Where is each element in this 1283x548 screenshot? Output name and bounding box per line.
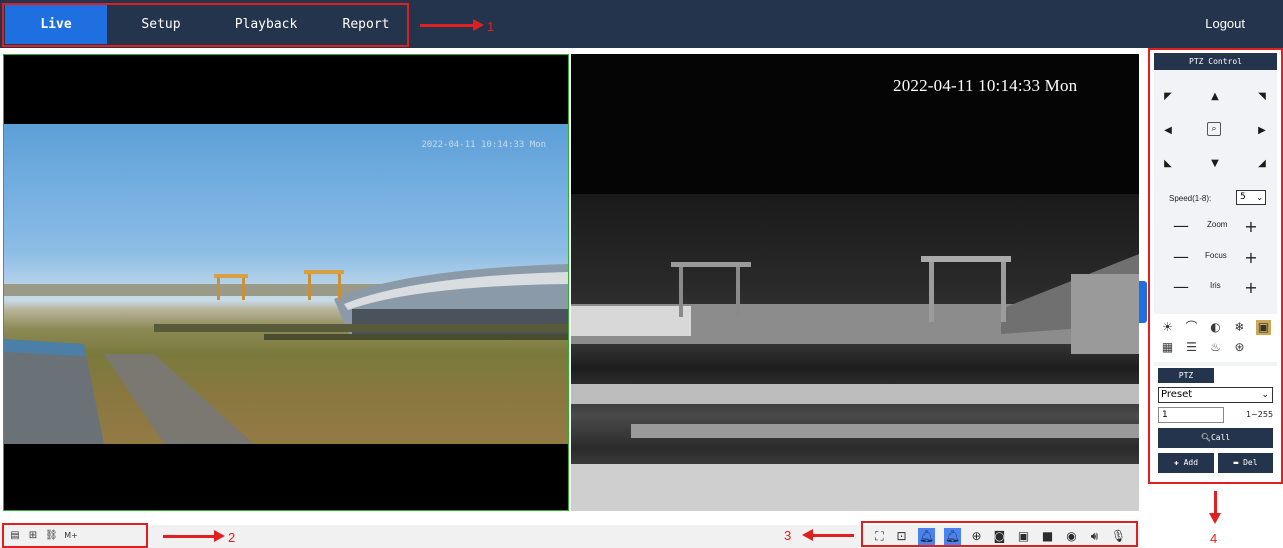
thermal-scene-graphic xyxy=(571,254,1139,511)
ptz-function-toolbar: ☀ ⌒ ◐ ❄ ▣ ▦ ☰ ♨ ⊛ xyxy=(1154,314,1277,362)
minus-icon: ▬ xyxy=(1233,458,1244,467)
annotation-number-1: 1 xyxy=(487,19,495,34)
zoom-in-button[interactable]: + xyxy=(1244,219,1258,235)
full-screen-icon[interactable]: ⊡ xyxy=(893,528,910,545)
chevron-down-icon: ⌄ xyxy=(1256,193,1263,202)
add-preset-button[interactable]: ✚ Add xyxy=(1158,453,1214,473)
fit-screen-icon[interactable]: ⛶ xyxy=(871,528,888,545)
search-icon: 🔍︎ xyxy=(1200,433,1211,442)
ptz-up-button[interactable]: ▲ xyxy=(1207,89,1223,105)
ptz-control-title: PTZ Control xyxy=(1154,53,1277,70)
snapshot-icon[interactable]: ◙ xyxy=(991,528,1008,545)
tab-live[interactable]: Live xyxy=(5,5,107,44)
annotation-arrow-2 xyxy=(163,530,225,542)
annotation-number-2: 2 xyxy=(228,530,236,545)
audio-icon[interactable]: 🔊︎ xyxy=(1086,528,1103,545)
alarm-out-icon[interactable]: 🔔︎ xyxy=(944,528,961,545)
ptz-position-icon[interactable]: ◉ xyxy=(1063,528,1080,545)
link-icon[interactable]: ⛓ xyxy=(45,530,58,542)
preset-type-value: Preset xyxy=(1161,389,1193,400)
light-icon[interactable]: ☀ xyxy=(1160,320,1175,335)
ptz-down-right-button[interactable]: ◢ xyxy=(1254,156,1270,172)
ptz-down-button[interactable]: ▼ xyxy=(1207,156,1223,172)
bitrate-icon[interactable]: ⊞ xyxy=(27,530,39,542)
speed-label: Speed(1-8): xyxy=(1169,194,1212,203)
preset-number-input[interactable]: 1 xyxy=(1158,407,1224,423)
alarm-in-icon[interactable]: 🔔︎ xyxy=(918,528,935,545)
ptz-left-button[interactable]: ◀ xyxy=(1160,123,1176,139)
ptz-up-right-button[interactable]: ◥ xyxy=(1254,89,1270,105)
live-view-page: Live Setup Playback Report Logout 1 2022… xyxy=(0,0,1283,548)
wiper-icon[interactable]: ⌒ xyxy=(1184,320,1199,335)
ptz-control-panel: PTZ Control ◤ ▲ ◥ ◀ ⌕ ▶ ◣ ▼ ◢ Speed(1-8)… xyxy=(1154,53,1277,479)
talk-icon[interactable]: 🎙︎ xyxy=(1110,528,1127,545)
ptz-right-button[interactable]: ▶ xyxy=(1254,123,1270,139)
chevron-down-icon: ⌄ xyxy=(1261,390,1269,400)
del-label: Del xyxy=(1243,458,1258,467)
annotation-arrow-3 xyxy=(802,529,854,541)
preset-type-select[interactable]: Preset ⌄ xyxy=(1158,387,1273,403)
thermal-camera-image xyxy=(571,194,1139,511)
snow-icon[interactable]: ❄ xyxy=(1232,320,1247,335)
delete-preset-button[interactable]: ▬ Del xyxy=(1218,453,1273,473)
three-d-position-icon[interactable]: ▣ xyxy=(1015,528,1032,545)
mplus-icon[interactable]: M+ xyxy=(63,530,79,542)
focus-near-button[interactable]: — xyxy=(1173,249,1189,265)
thermal-timestamp-osd: 2022-04-11 10:14:33 Mon xyxy=(893,76,1078,95)
ptz-up-left-button[interactable]: ◤ xyxy=(1160,89,1176,105)
focus-label: Focus xyxy=(1205,251,1227,260)
tab-report[interactable]: Report xyxy=(325,5,407,44)
preset-panel: PTZ Preset ⌄ 1 1~255 🔍︎Call ✚ Add ▬ Del xyxy=(1154,366,1277,479)
tab-ptz[interactable]: PTZ xyxy=(1158,368,1214,383)
annotation-arrow-1 xyxy=(420,19,484,31)
annotation-number-3: 3 xyxy=(784,528,792,543)
video-window-visible[interactable]: 2022-04-11 10:14:33 Mon xyxy=(3,54,569,511)
zoom-in-icon[interactable]: ⊕ xyxy=(968,528,985,545)
call-preset-button[interactable]: 🔍︎Call xyxy=(1158,428,1273,448)
scene-graphic xyxy=(4,264,568,444)
ptz-panel-collapse-handle[interactable] xyxy=(1139,281,1147,323)
tab-playback[interactable]: Playback xyxy=(213,5,319,44)
focus-assist-icon[interactable]: ⊛ xyxy=(1232,340,1247,355)
speed-value: 5 xyxy=(1240,192,1246,202)
visible-timestamp-osd: 2022-04-11 10:14:33 Mon xyxy=(421,140,546,150)
visible-camera-image: 2022-04-11 10:14:33 Mon xyxy=(4,124,568,444)
focus-far-button[interactable]: + xyxy=(1244,250,1258,266)
speed-select[interactable]: 5 ⌄ xyxy=(1236,190,1266,205)
logout-link[interactable]: Logout xyxy=(1205,0,1245,48)
tab-setup[interactable]: Setup xyxy=(113,5,209,44)
image-icon[interactable]: ▣ xyxy=(1256,320,1271,335)
preset-range-label: 1~255 xyxy=(1246,410,1274,419)
video-window-thermal[interactable]: 2022-04-11 10:14:33 Mon xyxy=(571,54,1139,511)
record-icon[interactable]: ■ xyxy=(1039,528,1056,545)
plus-icon: ✚ xyxy=(1173,458,1184,467)
annotation-arrow-4 xyxy=(1209,491,1221,524)
iris-close-button[interactable]: — xyxy=(1173,279,1189,295)
add-label: Add xyxy=(1183,458,1199,467)
zoom-out-button[interactable]: — xyxy=(1173,218,1189,234)
ptz-3d-zoom-icon[interactable]: ⌕ xyxy=(1207,122,1221,136)
annotation-number-4: 4 xyxy=(1210,531,1218,546)
stream-switch-icon[interactable]: ▤ xyxy=(9,530,21,542)
ptz-down-left-button[interactable]: ◣ xyxy=(1160,156,1176,172)
auto-scan-icon[interactable]: ◐ xyxy=(1208,320,1223,335)
iris-label: Iris xyxy=(1210,281,1221,290)
heater-icon[interactable]: ♨ xyxy=(1208,340,1223,355)
top-nav-bar: Live Setup Playback Report Logout xyxy=(0,0,1283,48)
zoom-label: Zoom xyxy=(1207,220,1228,229)
call-label: Call xyxy=(1210,433,1231,442)
menu-icon[interactable]: ☰ xyxy=(1184,340,1199,355)
defog-icon[interactable]: ▦ xyxy=(1160,340,1175,355)
iris-open-button[interactable]: + xyxy=(1244,280,1258,296)
